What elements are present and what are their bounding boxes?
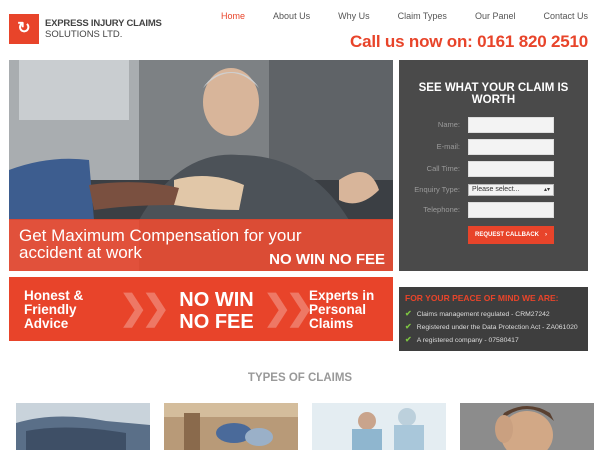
double-chevron-icon: ❯❯ bbox=[263, 289, 314, 327]
claim-type-thumb-work[interactable] bbox=[164, 403, 298, 450]
double-chevron-icon: ❯❯ bbox=[119, 289, 170, 327]
call-us-phone[interactable]: Call us now on: 0161 820 2510 bbox=[350, 32, 588, 52]
email-row: E-mail: bbox=[399, 139, 588, 155]
logo-icon: ↻ bbox=[9, 14, 39, 44]
claim-type-thumb-headache[interactable] bbox=[460, 403, 594, 450]
form-title: SEE WHAT YOUR CLAIM IS WORTH bbox=[418, 82, 569, 106]
nav-why-us[interactable]: Why Us bbox=[338, 11, 370, 21]
enquiry-label: Enquiry Type: bbox=[414, 185, 460, 194]
chevron-right-icon: › bbox=[545, 232, 547, 238]
promo-experts: Experts in Personal Claims bbox=[309, 289, 374, 331]
enquiry-row: Enquiry Type: Please select... ▴▾ bbox=[399, 182, 588, 198]
logo-text: EXPRESS INJURY CLAIMS SOLUTIONS LTD. bbox=[45, 18, 162, 40]
promo-no-win-no-fee: NO WIN NO FEE bbox=[159, 289, 274, 333]
enquiry-select-value: Please select... bbox=[472, 186, 520, 193]
request-callback-label: REQUEST CALLBACK bbox=[475, 232, 539, 238]
email-label: E-mail: bbox=[436, 142, 460, 151]
calltime-label: Call Time: bbox=[426, 164, 460, 173]
logo-line-1: EXPRESS INJURY CLAIMS bbox=[45, 18, 162, 29]
logo[interactable]: ↻ EXPRESS INJURY CLAIMS SOLUTIONS LTD. bbox=[9, 14, 162, 44]
peace-item: ✔ Registered under the Data Protection Ac… bbox=[405, 322, 578, 331]
promo-right-line: Experts in bbox=[309, 288, 375, 303]
peace-item: ✔ Claims management regulated - CRM27242 bbox=[405, 309, 550, 318]
check-icon: ✔ bbox=[405, 322, 412, 331]
promo-banner: Honest & Friendly Advice ❯❯ NO WIN NO FE… bbox=[9, 277, 393, 341]
hero-banner: Get Maximum Compensation for your accide… bbox=[9, 60, 393, 271]
telephone-row: Telephone: bbox=[399, 202, 588, 218]
name-row: Name: bbox=[399, 117, 588, 133]
telephone-input[interactable] bbox=[468, 202, 554, 218]
nav-claim-types[interactable]: Claim Types bbox=[398, 11, 447, 21]
promo-mid-line: NO FEE bbox=[179, 311, 254, 333]
check-icon: ✔ bbox=[405, 309, 412, 318]
calltime-row: Call Time: bbox=[399, 161, 588, 177]
name-label: Name: bbox=[437, 120, 460, 129]
peace-item: ✔ A registered company - 07580417 bbox=[405, 335, 519, 344]
medical-negligence-image bbox=[312, 403, 446, 450]
nav-home[interactable]: Home bbox=[221, 11, 245, 21]
peace-item-text: Registered under the Data Protection Act… bbox=[416, 324, 578, 331]
promo-honest-advice: Honest & Friendly Advice bbox=[24, 289, 83, 331]
site-header: ↻ EXPRESS INJURY CLAIMS SOLUTIONS LTD. H… bbox=[0, 0, 600, 58]
peace-of-mind-panel: FOR YOUR PEACE OF MIND WE ARE: ✔ Claims m… bbox=[399, 287, 588, 351]
logo-line-2: SOLUTIONS LTD. bbox=[45, 29, 123, 40]
enquiry-type-select[interactable]: Please select... ▴▾ bbox=[468, 184, 554, 196]
telephone-label: Telephone: bbox=[423, 205, 460, 214]
nav-our-panel[interactable]: Our Panel bbox=[475, 11, 516, 21]
car-accident-image bbox=[16, 403, 150, 450]
name-input[interactable] bbox=[468, 117, 554, 133]
hero-no-win-no-fee: NO WIN NO FEE bbox=[269, 251, 385, 268]
nav-about-us[interactable]: About Us bbox=[273, 11, 310, 21]
select-arrows-icon: ▴▾ bbox=[543, 187, 550, 193]
claim-type-thumb-car[interactable] bbox=[16, 403, 150, 450]
promo-left-line: Advice bbox=[24, 316, 69, 331]
personal-injury-image bbox=[460, 403, 594, 450]
work-accident-image bbox=[164, 403, 298, 450]
types-of-claims-heading: TYPES OF CLAIMS bbox=[247, 372, 353, 384]
peace-item-text: Claims management regulated - CRM27242 bbox=[416, 311, 550, 318]
promo-left-line: Honest & bbox=[24, 288, 84, 303]
peace-title: FOR YOUR PEACE OF MIND WE ARE: bbox=[405, 293, 559, 303]
check-icon: ✔ bbox=[405, 335, 412, 344]
nav-contact-us[interactable]: Contact Us bbox=[543, 11, 588, 21]
promo-right-line: Claims bbox=[309, 316, 354, 331]
peace-item-text: A registered company - 07580417 bbox=[416, 337, 519, 344]
main-nav: Home About Us Why Us Claim Types Our Pan… bbox=[193, 11, 588, 21]
claim-type-thumb-medical[interactable] bbox=[312, 403, 446, 450]
promo-right-line: Personal bbox=[309, 302, 367, 317]
request-callback-button[interactable]: REQUEST CALLBACK › bbox=[468, 226, 554, 244]
promo-mid-line: NO WIN bbox=[179, 289, 254, 311]
email-input[interactable] bbox=[468, 139, 554, 155]
calltime-input[interactable] bbox=[468, 161, 554, 177]
promo-left-line: Friendly bbox=[24, 302, 77, 317]
